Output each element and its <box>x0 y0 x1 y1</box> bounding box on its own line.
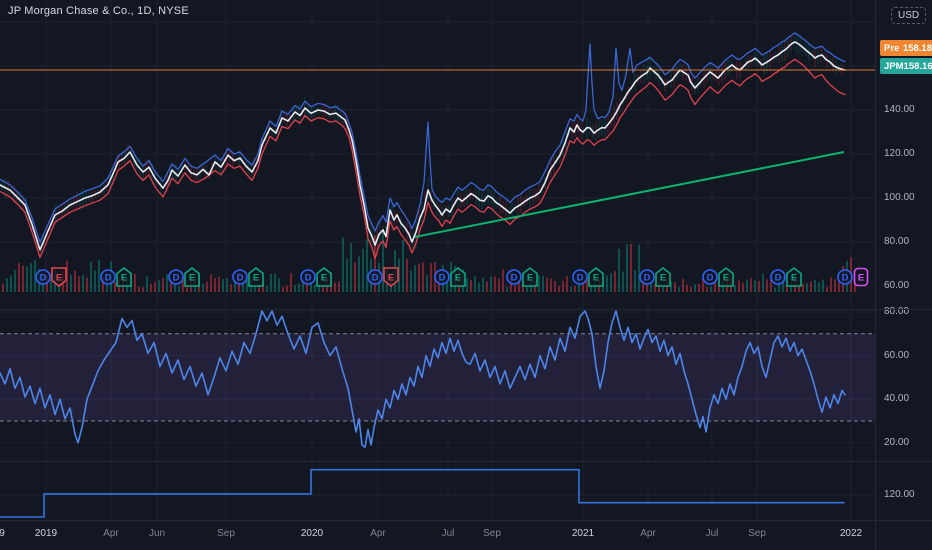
svg-text:D: D <box>577 273 584 284</box>
dividend-icon[interactable]: D <box>300 267 316 287</box>
currency-toggle-button[interactable]: USD <box>891 7 927 24</box>
time-axis-label: Apr <box>103 528 119 539</box>
earnings-icon[interactable]: E <box>248 267 264 287</box>
earnings-icon[interactable]: E <box>316 267 332 287</box>
time-axis-label: Jul <box>705 528 719 539</box>
time-axis-label: 2019 <box>34 528 58 539</box>
svg-text:E: E <box>121 273 127 284</box>
earnings-icon[interactable]: E <box>786 267 802 287</box>
dividend-icon[interactable]: D <box>572 267 588 287</box>
price-axis-label: 40.00 <box>884 393 910 405</box>
earnings-icon[interactable]: E <box>450 267 466 287</box>
chart-window: DEDEDEDEDEDEDEDEDEDEDEDEDE JP Morgan Cha… <box>0 0 932 550</box>
dividend-icon[interactable]: D <box>367 267 383 287</box>
earnings-icon[interactable]: E <box>655 267 671 287</box>
price-axis[interactable]: USD Pre 158.18 JPM 158.16 140.00 120.00 10… <box>876 0 932 520</box>
svg-text:D: D <box>439 273 446 284</box>
premarket-label: Pre <box>884 42 900 54</box>
dividend-icon[interactable]: D <box>232 267 248 287</box>
svg-text:D: D <box>372 273 379 284</box>
time-axis-label: 2021 <box>571 528 595 539</box>
svg-text:E: E <box>388 273 394 284</box>
svg-text:E: E <box>189 273 195 284</box>
svg-text:D: D <box>237 273 244 284</box>
svg-text:D: D <box>173 273 180 284</box>
dividend-icon[interactable]: D <box>770 267 786 287</box>
time-axis-label: Apr <box>640 528 656 539</box>
dividend-icon[interactable]: D <box>837 267 853 287</box>
svg-text:D: D <box>105 273 112 284</box>
time-axis-label: Sep <box>748 528 766 539</box>
pane-separator[interactable] <box>0 461 932 462</box>
price-axis-label: 20.00 <box>884 436 910 448</box>
svg-text:E: E <box>56 273 62 284</box>
chart-pane-area[interactable]: DEDEDEDEDEDEDEDEDEDEDEDEDE <box>0 0 875 520</box>
dividend-icon[interactable]: D <box>168 267 184 287</box>
svg-text:D: D <box>842 273 849 284</box>
pane-separator[interactable] <box>0 309 932 310</box>
price-axis-label: 60.00 <box>884 280 910 291</box>
time-axis-label: 9 <box>0 528 5 539</box>
svg-text:E: E <box>593 273 599 284</box>
earnings-icon[interactable]: E <box>718 267 734 287</box>
time-axis-separator <box>0 520 932 521</box>
price-axis-label: 100.00 <box>884 192 915 203</box>
svg-text:E: E <box>791 273 797 284</box>
time-axis-label: Sep <box>217 528 235 539</box>
earnings-icon[interactable]: E <box>184 267 200 287</box>
chart-canvas[interactable] <box>0 0 875 520</box>
dividend-icon[interactable]: D <box>702 267 718 287</box>
symbol-label: JPM <box>884 60 904 72</box>
earnings-icon[interactable]: E <box>853 267 869 287</box>
svg-text:E: E <box>321 273 327 284</box>
dividend-icon[interactable]: D <box>639 267 655 287</box>
time-axis-label: Jun <box>148 528 166 539</box>
time-axis[interactable]: 9 2019 Apr Jun Sep 2020 Apr Jul Sep 2021 Apr Jul Sep… <box>0 521 932 550</box>
price-axis-label: 80.00 <box>884 236 910 247</box>
symbol-value: 158.16 <box>903 60 932 72</box>
svg-text:D: D <box>775 273 782 284</box>
dividend-icon[interactable]: D <box>434 267 450 287</box>
price-axis-label: 140.00 <box>884 104 915 115</box>
earnings-icon[interactable]: E <box>588 267 604 287</box>
svg-text:E: E <box>455 273 461 284</box>
price-axis-label: 60.00 <box>884 349 910 361</box>
price-axis-label: 80.00 <box>884 306 910 317</box>
time-axis-label: Sep <box>483 528 501 539</box>
svg-text:E: E <box>858 273 864 284</box>
dividend-icon[interactable]: D <box>35 267 51 287</box>
svg-text:D: D <box>511 273 518 284</box>
svg-text:E: E <box>527 273 533 284</box>
dividend-icon[interactable]: D <box>100 267 116 287</box>
time-axis-label: Apr <box>370 528 386 539</box>
dividend-icon[interactable]: D <box>506 267 522 287</box>
earnings-icon[interactable]: E <box>522 267 538 287</box>
earnings-icon[interactable]: E <box>51 267 67 287</box>
time-axis-label: 2020 <box>300 528 324 539</box>
svg-text:D: D <box>305 273 312 284</box>
svg-text:E: E <box>723 273 729 284</box>
svg-text:D: D <box>40 273 47 284</box>
time-axis-label: 2022 <box>839 528 863 539</box>
svg-text:D: D <box>644 273 651 284</box>
premarket-value: 158.18 <box>902 42 932 54</box>
svg-text:E: E <box>660 273 666 284</box>
time-axis-label: Jul <box>441 528 455 539</box>
premarket-price-badge[interactable]: Pre 158.18 <box>880 40 932 56</box>
svg-text:D: D <box>707 273 714 284</box>
earnings-icon[interactable]: E <box>383 267 399 287</box>
price-axis-label: 120.00 <box>884 148 915 159</box>
price-axis-separator <box>875 0 876 550</box>
price-axis-label: 120.00 <box>884 489 915 500</box>
symbol-legend[interactable]: JP Morgan Chase & Co., 1D, NYSE <box>8 5 189 17</box>
last-price-badge[interactable]: JPM 158.16 <box>880 58 932 74</box>
svg-text:E: E <box>253 273 259 284</box>
earnings-icon[interactable]: E <box>116 267 132 287</box>
